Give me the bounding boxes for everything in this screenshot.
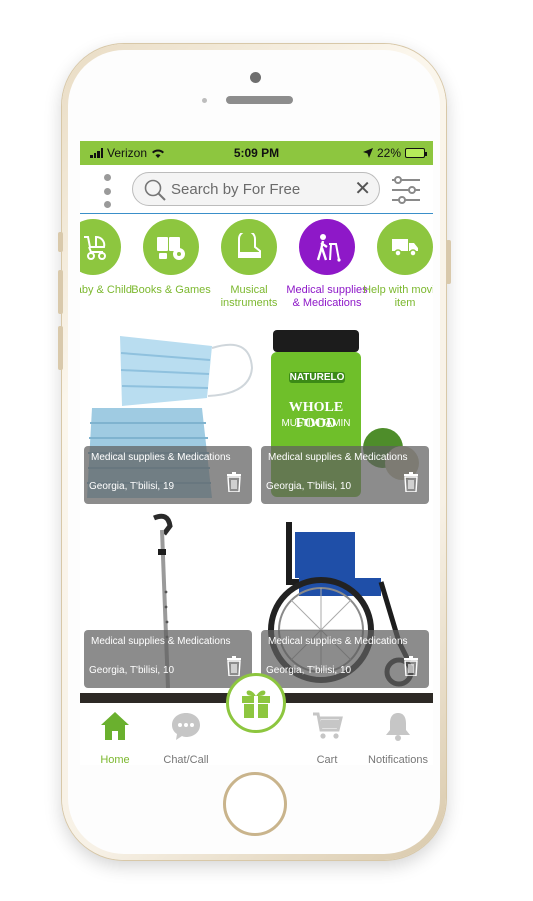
location-arrow-icon: [362, 148, 373, 158]
listing-location: Georgia, T'bilisi, 19: [89, 481, 175, 492]
category-books-games[interactable]: Books & Games: [128, 219, 214, 297]
bell-icon: [363, 709, 433, 743]
walker-icon: [299, 219, 355, 275]
product-brand: NATURELO: [289, 372, 345, 383]
category-carousel: Baby & Child Books & Games Musical instr…: [80, 219, 433, 319]
tab-home[interactable]: Home: [80, 703, 150, 765]
battery-percent: 22%: [376, 146, 401, 160]
cart-icon: [292, 709, 362, 743]
category-label: Help with moving item: [363, 284, 433, 309]
gift-button[interactable]: [226, 673, 286, 733]
listing-category: Medical supplies & Medications: [91, 636, 231, 647]
books-games-icon: [143, 219, 199, 275]
tab-label: Chat/Call: [163, 754, 209, 765]
search-icon: [144, 179, 166, 201]
tab-notifications[interactable]: Notifications: [363, 703, 433, 765]
tab-label: Cart: [316, 754, 338, 765]
category-label: Books & Games: [131, 284, 211, 296]
truck-icon: [377, 219, 433, 275]
search-placeholder: Search by For Free: [171, 181, 301, 198]
battery-icon: [405, 148, 427, 158]
tab-label: Home: [100, 754, 130, 765]
clear-icon[interactable]: ✕: [354, 179, 371, 199]
volume-down-button: [58, 326, 63, 370]
status-bar: Verizon 5:09 PM 22%: [80, 141, 433, 165]
listing-overlay: Medical supplies & Medications Georgia, …: [261, 630, 429, 688]
search-bar: Search by For Free ✕: [80, 165, 433, 214]
category-musical-instruments[interactable]: Musical instruments: [206, 219, 292, 310]
listing-overlay: Medical supplies & Medications Georgia, …: [84, 630, 252, 688]
listing-location: Georgia, T'bilisi, 10: [89, 665, 175, 676]
listing-overlay: Medical supplies & Medications Georgia, …: [84, 446, 252, 504]
listing-category: Medical supplies & Medications: [91, 452, 231, 463]
mute-switch: [58, 232, 63, 252]
listing-card[interactable]: Medical supplies & Medications Georgia, …: [82, 328, 254, 504]
listing-card[interactable]: Medical supplies & Medications Georgia, …: [259, 512, 431, 688]
power-button: [446, 240, 451, 284]
listing-location: Georgia, T'bilisi, 10: [266, 665, 352, 676]
proximity-sensor: [202, 98, 207, 103]
listing-location: Georgia, T'bilisi, 10: [266, 481, 352, 492]
listing-overlay: Medical supplies & Medications Georgia, …: [261, 446, 429, 504]
listing-card[interactable]: Medical supplies & Medications Georgia, …: [82, 512, 254, 688]
listing-category: Medical supplies & Medications: [268, 636, 408, 647]
category-medical-supplies[interactable]: Medical supplies & Medications: [284, 219, 370, 310]
tab-chat[interactable]: Chat/Call: [151, 703, 221, 765]
search-input[interactable]: Search by For Free ✕: [132, 172, 380, 206]
listing-category: Medical supplies & Medications: [268, 452, 408, 463]
category-label: Medical supplies & Medications: [286, 284, 368, 309]
stroller-icon: [80, 219, 121, 275]
listing-card[interactable]: NATURELO WHOLE FOOD MULTIVITAMIN Medical…: [259, 328, 431, 504]
more-menu-icon[interactable]: [100, 174, 114, 208]
trash-icon[interactable]: [403, 472, 419, 492]
home-icon: [80, 709, 150, 743]
piano-icon: [221, 219, 277, 275]
trash-icon[interactable]: [403, 656, 419, 676]
volume-up-button: [58, 270, 63, 314]
trash-icon[interactable]: [226, 656, 242, 676]
app-screen: Verizon 5:09 PM 22% Search by For Free ✕: [80, 141, 433, 765]
product-subname: MULTIVITAMIN: [281, 418, 351, 429]
gift-icon: [242, 690, 270, 718]
category-label: Musical instruments: [220, 284, 278, 309]
filter-icon[interactable]: [390, 175, 422, 205]
front-camera: [250, 72, 261, 83]
chat-icon: [151, 709, 221, 743]
home-button[interactable]: [223, 772, 287, 836]
category-moving-help[interactable]: Help with moving item: [362, 219, 433, 310]
tab-cart[interactable]: Cart: [292, 703, 362, 765]
earpiece-speaker: [226, 96, 293, 104]
trash-icon[interactable]: [226, 472, 242, 492]
status-right: 22%: [362, 146, 427, 160]
tab-label: Notifications: [368, 754, 428, 765]
